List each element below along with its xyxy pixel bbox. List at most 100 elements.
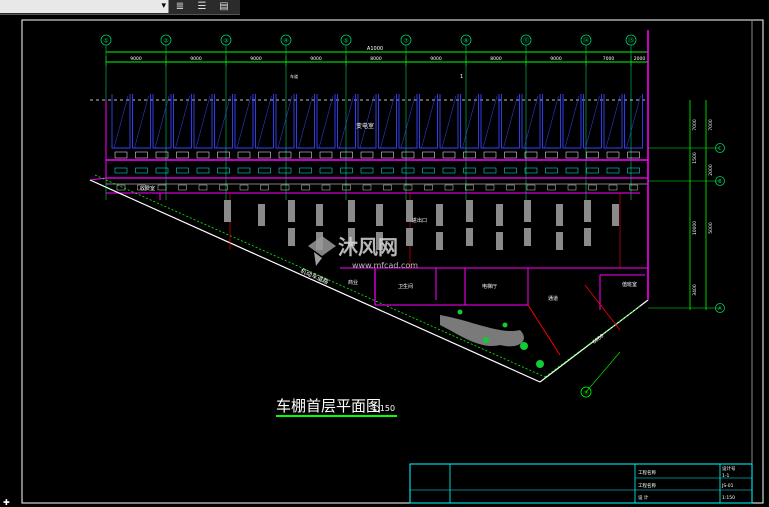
axis-bubble-label: ⑭: [583, 37, 589, 45]
column-block: [584, 228, 591, 246]
column-block: [348, 200, 355, 222]
axis-bubble-label: A: [718, 306, 722, 312]
parking-stall: [255, 94, 274, 149]
room-label: 商业: [348, 279, 358, 286]
parking-stall: [296, 94, 315, 149]
parking-stall: [419, 94, 438, 149]
column-block: [376, 204, 383, 226]
right-dimension: 1500: [692, 152, 698, 164]
right-dimension: 2000: [708, 164, 714, 176]
right-dimension: 7000: [708, 119, 714, 131]
titleblock-cell: 设计号: [722, 465, 736, 472]
bay-dimension: 9000: [550, 56, 562, 62]
parking-stall: [234, 94, 254, 149]
titleblock-cell: 1-1: [722, 473, 729, 479]
column-block: [524, 228, 531, 246]
parking-stall: [603, 94, 623, 149]
column-block: [436, 232, 443, 250]
room-label: 变电室: [356, 122, 374, 130]
bay-dimension: 9000: [190, 56, 202, 62]
column-block: [524, 200, 531, 222]
parking-stall: [624, 94, 643, 149]
cad-canvas[interactable]: ①②③④⑤⑦⑨⑪⑭⑮ A1000 9000 9000 9000 9000 8000 900…: [0, 0, 769, 507]
parking-stall: [480, 94, 500, 149]
column-block: [496, 232, 503, 250]
column-block: [436, 204, 443, 226]
bay-dimension: 8000: [370, 56, 382, 62]
room-label: 卫生间: [398, 283, 413, 290]
total-dimension-label: A1000: [367, 46, 383, 52]
title-block: 工程名称 设计号 1-1 工程名称 JS-01 设 计 1:150: [409, 463, 753, 504]
bay-dimension: 9000: [430, 56, 442, 62]
axis-bubble-label: ⑭: [583, 390, 588, 397]
parking-stall: [275, 94, 295, 149]
titleblock-cell: 工程名称: [638, 482, 656, 489]
axis-bubble-label: ⑮: [628, 37, 634, 45]
parking-stall: [542, 94, 561, 149]
column-block: [316, 204, 323, 226]
bay-dimension: 9000: [130, 56, 142, 62]
parking-stall: [521, 94, 541, 149]
axis-bubble-label: ④: [283, 38, 288, 45]
parking-stall: [214, 94, 233, 149]
bay-dimension: 2000: [634, 56, 646, 62]
bay-dimension: 9000: [250, 56, 262, 62]
bottom-dim-label: 6000: [592, 333, 606, 346]
right-dimension: 3400: [692, 284, 698, 296]
parking-stall: [378, 94, 397, 149]
drawing-title: 车棚首层平面图: [276, 397, 381, 415]
parking-stall: [439, 94, 459, 149]
ucs-icon: ✚: [3, 498, 10, 507]
parking-stall: [501, 94, 520, 149]
right-dimensions: 7000 7000 1500 2000 10000 5000 3400: [648, 100, 720, 310]
axis-grid-right: C B A: [715, 143, 725, 313]
axis-bubble-label: ⑤: [343, 38, 348, 45]
parking-stall: [460, 94, 479, 149]
room-label: 进出口: [412, 217, 427, 224]
parking-stall: [173, 94, 192, 149]
column-block: [584, 200, 591, 222]
structural-columns: [224, 200, 619, 250]
drawing-scale: 1:150: [372, 404, 395, 413]
parking-stalls: [111, 94, 643, 191]
parking-stall: [193, 94, 213, 149]
axis-bubble-label: C: [718, 146, 722, 152]
axis-bubble-label: ②: [163, 38, 169, 45]
column-block: [406, 228, 413, 246]
parking-stall: [111, 94, 131, 149]
column-block: [258, 204, 265, 226]
landscape-area: [440, 309, 544, 368]
parking-stall: [316, 94, 336, 149]
titleblock-cell: 设 计: [638, 494, 649, 501]
watermark: 沐风网 www.mfcad.com: [308, 235, 418, 270]
right-dimension: 5000: [708, 222, 714, 234]
axis-bubble-label: ⑦: [403, 38, 409, 45]
parking-stall: [398, 94, 418, 149]
bay-dimension: 7000: [603, 56, 615, 62]
bay-dimension: 8000: [490, 56, 502, 62]
axis-bubble-label: ③: [223, 38, 228, 45]
titleblock-cell: 1:150: [722, 495, 735, 501]
column-block: [496, 204, 503, 226]
bay-dimension: 9000: [310, 56, 322, 62]
watermark-url: www.mfcad.com: [352, 261, 418, 270]
column-block: [612, 204, 619, 226]
parking-stall: [152, 94, 172, 149]
parking-stall: [132, 94, 151, 149]
room-label: 值班室: [622, 281, 637, 288]
column-block: [466, 200, 473, 222]
column-block: [556, 204, 563, 226]
parking-stall: [357, 94, 377, 149]
column-block: [466, 228, 473, 246]
building-outline: [89, 30, 649, 383]
right-dimension: 10000: [692, 221, 698, 235]
room-label: 收费室: [140, 185, 155, 192]
parking-stall: [337, 94, 356, 149]
titleblock-cell: 工程名称: [638, 469, 656, 476]
marker-number: 1: [460, 74, 463, 80]
right-dimension: 7000: [692, 119, 698, 131]
note-label: 车道: [290, 73, 298, 79]
axis-bubble-label: ①: [103, 38, 108, 45]
column-block: [556, 232, 563, 250]
titleblock-cell: JS-01: [721, 483, 734, 489]
